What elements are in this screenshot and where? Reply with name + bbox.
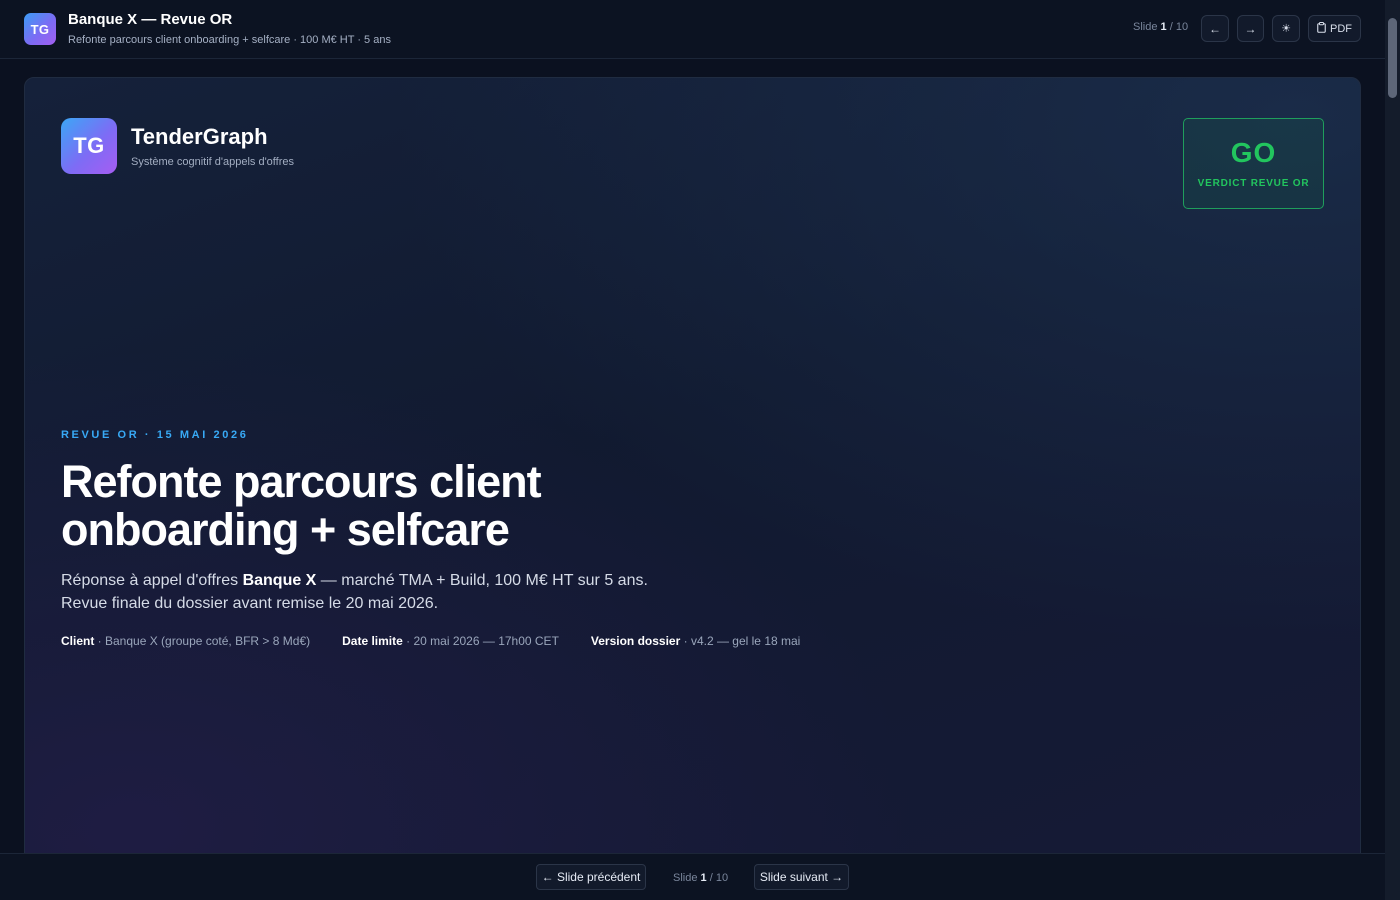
app-title: Banque X — Revue OR: [68, 11, 233, 28]
clipboard-icon: [1317, 21, 1326, 36]
brand-logo: TG: [61, 118, 117, 174]
meta-value: · 20 mai 2026 — 17h00 CET: [402, 634, 559, 648]
meta-item-client: Client · Banque X (groupe coté, BFR > 8 …: [61, 634, 310, 648]
next-slide-button[interactable]: →: [1237, 15, 1264, 42]
bottom-navigation-bar: ← Slide précédent Slide 1 / 10 Slide sui…: [0, 853, 1385, 900]
lead-text-3: Revue finale du dossier avant remise le …: [61, 595, 439, 612]
slide-counter-total: / 10: [709, 872, 729, 884]
meta-value: · Banque X (groupe coté, BFR > 8 Md€): [94, 634, 311, 648]
arrow-left-icon: ←: [1209, 21, 1221, 36]
meta-item-version: Version dossier · v4.2 — gel le 18 mai: [591, 634, 800, 648]
verdict-badge: GO VERDICT REVUE OR: [1183, 118, 1324, 209]
meta-label: Date limite: [342, 634, 403, 648]
slide-lead: Réponse à appel d'offres Banque X — marc…: [61, 569, 821, 615]
export-pdf-button[interactable]: PDF: [1308, 15, 1361, 42]
lead-text-1: Réponse à appel d'offres: [61, 572, 243, 589]
lead-text-2: — marché TMA + Build, 100 M€ HT sur 5 an…: [316, 572, 648, 589]
export-pdf-label: PDF: [1330, 22, 1352, 35]
slide-counter-total: / 10: [1169, 21, 1189, 33]
meta-item-deadline: Date limite · 20 mai 2026 — 17h00 CET: [342, 634, 559, 648]
slide-counter: Slide 1 / 10: [1133, 21, 1188, 33]
verdict-label: VERDICT REVUE OR: [1197, 178, 1310, 189]
slide-counter-footer: Slide 1 / 10: [673, 872, 728, 884]
meta-row: Client · Banque X (groupe coté, BFR > 8 …: [61, 634, 800, 648]
meta-label: Version dossier: [590, 634, 681, 648]
arrow-right-icon: →: [1244, 21, 1257, 36]
brand-name: TenderGraph: [131, 124, 268, 149]
slide-counter-current: 1: [700, 872, 707, 884]
app-subtitle: Refonte parcours client onboarding + sel…: [68, 34, 391, 46]
top-bar: TG Banque X — Revue OR Refonte parcours …: [0, 0, 1385, 59]
lead-client-name: Banque X: [242, 572, 317, 589]
slide-headline: Refonte parcours client onboarding + sel…: [61, 456, 542, 555]
theme-toggle-button[interactable]: ☀: [1272, 15, 1300, 42]
slide-counter-label: Slide: [1133, 21, 1158, 33]
vertical-scrollbar[interactable]: [1385, 0, 1400, 900]
app-logo: TG: [24, 13, 56, 45]
next-slide-footer-button[interactable]: Slide suivant →: [754, 864, 849, 890]
verdict-value: GO: [1230, 137, 1277, 168]
slide-counter-label: Slide: [673, 872, 698, 884]
slide-card: TG TenderGraph Système cognitif d'appels…: [24, 77, 1361, 867]
slide-counter-current: 1: [1160, 21, 1167, 33]
slide-eyebrow: REVUE OR · 15 MAI 2026: [61, 429, 249, 441]
meta-value: · v4.2 — gel le 18 mai: [680, 634, 801, 648]
sun-icon: ☀: [1281, 23, 1291, 35]
scrollbar-thumb[interactable]: [1388, 18, 1397, 98]
previous-slide-button[interactable]: ←: [1201, 15, 1229, 42]
brand-tagline: Système cognitif d'appels d'offres: [131, 156, 294, 168]
meta-label: Client: [61, 634, 95, 648]
previous-slide-footer-button[interactable]: ← Slide précédent: [536, 864, 646, 890]
